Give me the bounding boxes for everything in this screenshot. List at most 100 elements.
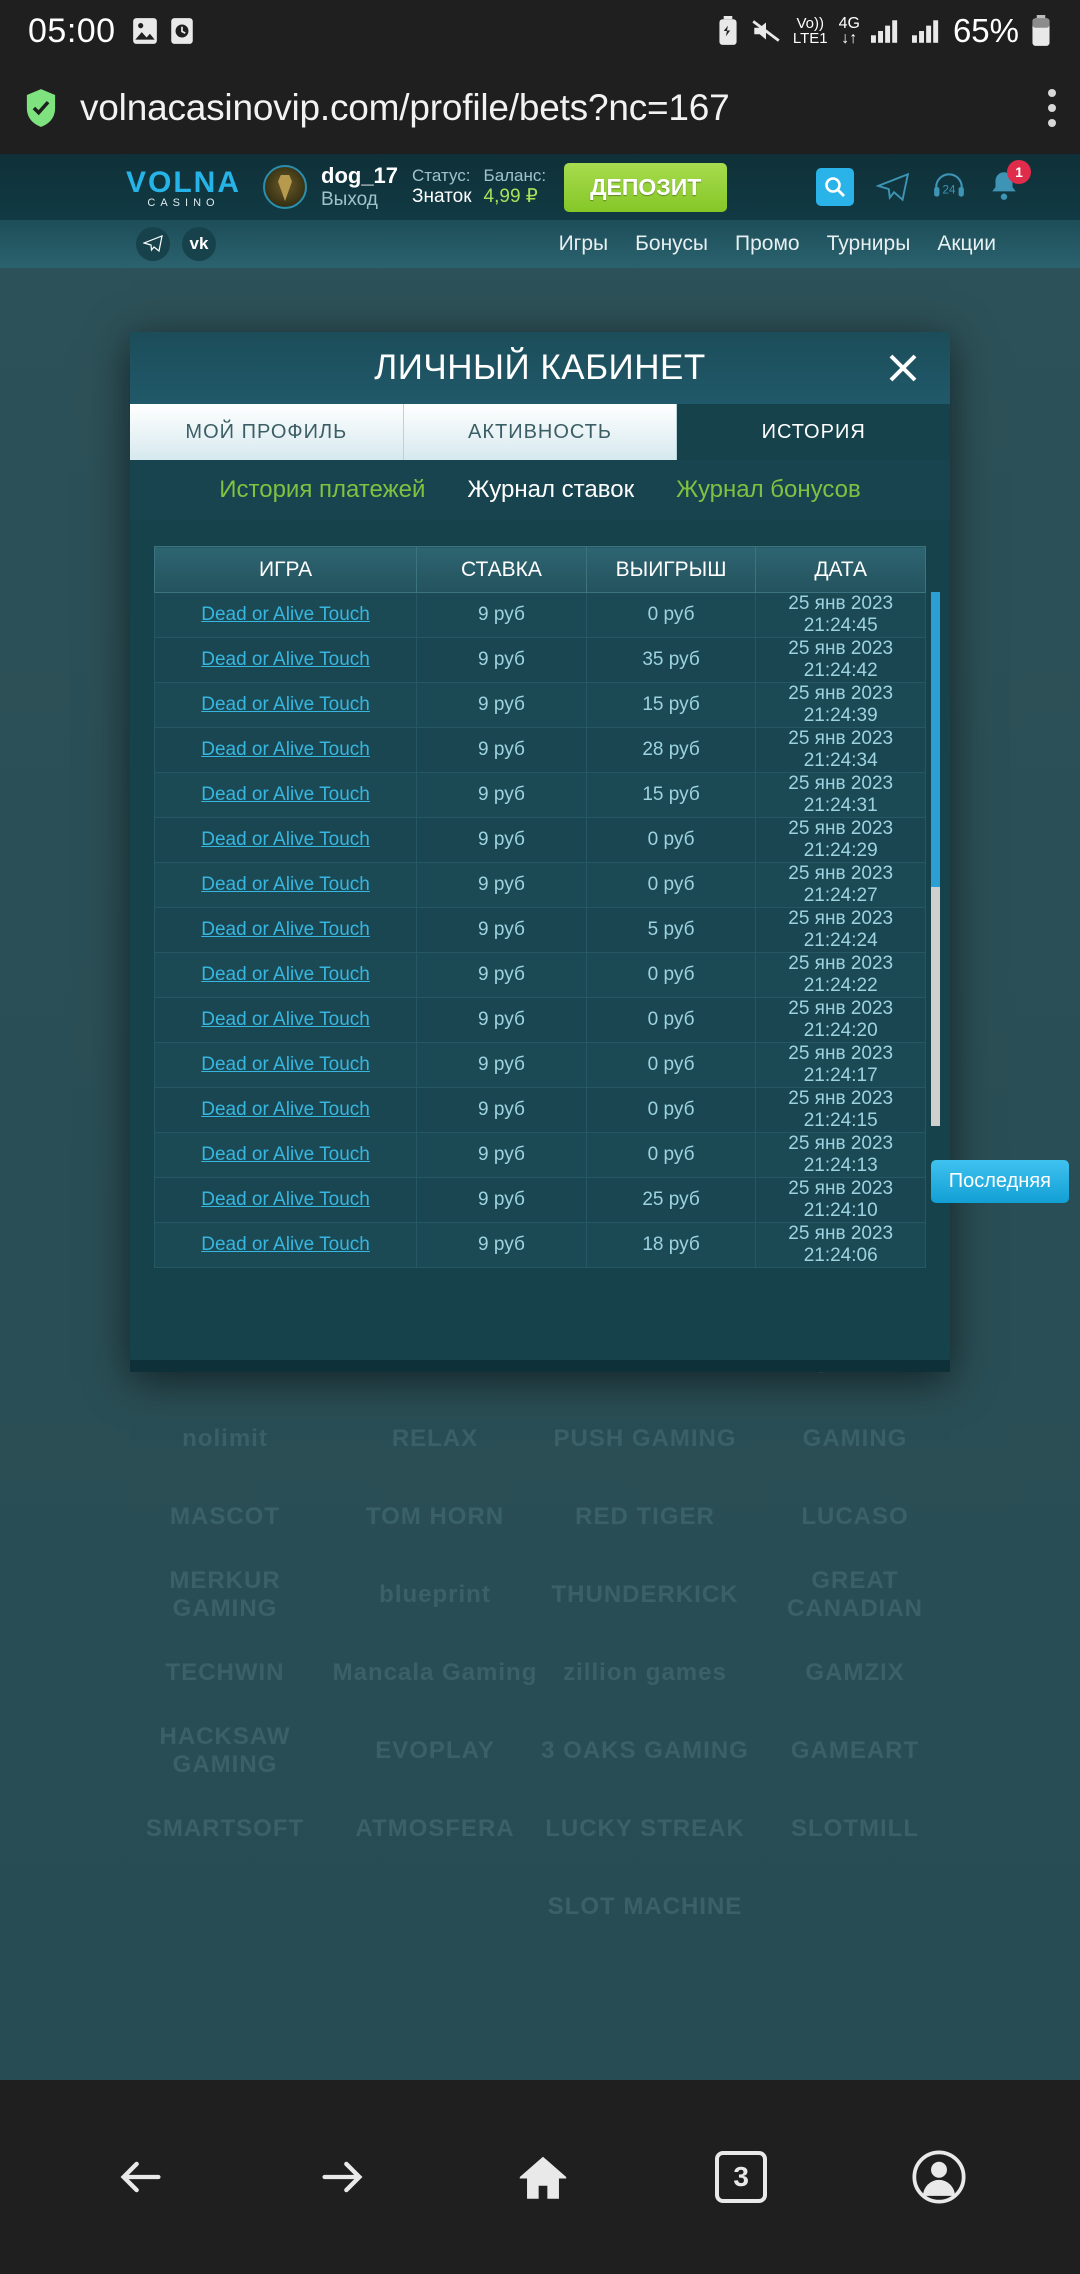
subnav-bets-log[interactable]: Журнал ставок [467, 476, 634, 504]
support-24-icon[interactable]: 24 [932, 171, 966, 203]
bets-table-wrap: ИГРА СТАВКА ВЫИГРЫШ ДАТА Dead or Alive T… [153, 546, 940, 1268]
cell-bet: 9 руб [416, 592, 587, 638]
provider-logo: SLOTMILL [791, 1815, 919, 1842]
forward-icon[interactable] [313, 2148, 371, 2206]
game-link[interactable]: Dead or Alive Touch [201, 784, 370, 805]
game-link[interactable]: Dead or Alive Touch [201, 1144, 370, 1165]
cell-game: Dead or Alive Touch [153, 682, 418, 728]
table-scrollbar[interactable] [931, 592, 940, 1126]
cell-date: 25 янв 2023 21:24:24 [755, 907, 926, 953]
cell-win: 0 руб [585, 952, 757, 998]
cell-date: 25 янв 2023 21:24:06 [755, 1222, 926, 1268]
volna-logo[interactable]: VOLNA CASINO [126, 166, 241, 209]
profile-icon[interactable] [910, 2148, 968, 2206]
cell-win: 0 руб [585, 862, 757, 908]
game-link[interactable]: Dead or Alive Touch [201, 1189, 370, 1210]
cell-date: 25 янв 2023 21:24:13 [755, 1132, 926, 1178]
provider-logo: nolimit [182, 1425, 268, 1452]
telegram-icon[interactable] [876, 172, 910, 202]
table-row: Dead or Alive Touch 9 руб 0 руб 25 янв 2023… [153, 592, 926, 638]
provider-logo: ATMOSFERA [355, 1815, 515, 1842]
provider-logo: MASCOT [170, 1503, 280, 1530]
nav-item-bonuses[interactable]: Бонусы [635, 232, 708, 256]
game-link[interactable]: Dead or Alive Touch [201, 739, 370, 760]
subnav-bonuses-log[interactable]: Журнал бонусов [676, 476, 861, 504]
game-link[interactable]: Dead or Alive Touch [201, 1099, 370, 1120]
table-row: Dead or Alive Touch 9 руб 18 руб 25 янв 202… [153, 1222, 926, 1268]
game-link[interactable]: Dead or Alive Touch [201, 649, 370, 670]
cell-win: 0 руб [585, 1087, 757, 1133]
cell-game: Dead or Alive Touch [153, 727, 418, 773]
kebab-menu-icon[interactable] [1048, 89, 1056, 127]
home-icon[interactable] [514, 2148, 572, 2206]
url-text[interactable]: volnacasinovip.com/profile/bets?nc=167 [80, 87, 960, 129]
provider-logo: TECHWIN [165, 1659, 285, 1686]
status-block: Статус: Знаток [412, 166, 472, 208]
cell-game: Dead or Alive Touch [153, 637, 418, 683]
cell-date: 25 янв 2023 21:24:10 [755, 1177, 926, 1223]
game-link[interactable]: Dead or Alive Touch [201, 874, 370, 895]
game-link[interactable]: Dead or Alive Touch [201, 694, 370, 715]
header-icons: 24 1 [816, 159, 1054, 206]
avatar[interactable] [263, 165, 307, 209]
android-navbar: 3 [0, 2080, 1080, 2274]
provider-logo [750, 1868, 960, 1946]
cell-date: 25 янв 2023 21:24:27 [755, 862, 926, 908]
table-row: Dead or Alive Touch 9 руб 5 руб 25 янв 2023… [153, 907, 926, 953]
browser-url-bar[interactable]: volnacasinovip.com/profile/bets?nc=167 [0, 62, 1080, 154]
tab-activity[interactable]: АКТИВНОСТЬ [403, 404, 678, 460]
back-icon[interactable] [112, 2148, 170, 2206]
cell-game: Dead or Alive Touch [153, 1222, 418, 1268]
data-arrows-icon: ↓↑ [841, 30, 858, 47]
cell-game: Dead or Alive Touch [153, 817, 418, 863]
modal-header: ЛИЧНЫЙ КАБИНЕТ [130, 332, 950, 404]
cell-bet: 9 руб [416, 1222, 587, 1268]
table-row: Dead or Alive Touch 9 руб 0 руб 25 янв 2023… [153, 1087, 926, 1133]
game-link[interactable]: Dead or Alive Touch [201, 604, 370, 625]
nav-item-tournaments[interactable]: Турниры [827, 232, 911, 256]
cell-bet: 9 руб [416, 952, 587, 998]
battery-saver-icon [719, 16, 737, 45]
nav-links: Игры Бонусы Промо Турниры Акции [559, 232, 1054, 256]
col-header-win: ВЫИГРЫШ [585, 546, 757, 593]
tab-my-profile[interactable]: МОЙ ПРОФИЛЬ [130, 404, 404, 460]
tab-history[interactable]: ИСТОРИЯ [677, 404, 951, 460]
game-link[interactable]: Dead or Alive Touch [201, 829, 370, 850]
logout-link[interactable]: Выход [321, 189, 398, 211]
tabs-icon[interactable]: 3 [715, 2151, 768, 2203]
game-link[interactable]: Dead or Alive Touch [201, 1054, 370, 1075]
cell-win: 0 руб [585, 997, 757, 1043]
deposit-button[interactable]: ДЕПОЗИТ [564, 162, 728, 212]
cell-date: 25 янв 2023 21:24:17 [755, 1042, 926, 1088]
provider-logo: GAMEART [790, 1737, 920, 1764]
cell-bet: 9 руб [416, 1177, 587, 1223]
provider-logo: RED TIGER [575, 1503, 715, 1530]
search-icon[interactable] [816, 168, 854, 206]
table-row: Dead or Alive Touch 9 руб 0 руб 25 янв 2023… [153, 1132, 926, 1178]
game-link[interactable]: Dead or Alive Touch [201, 1234, 370, 1255]
vk-icon[interactable]: vk [182, 227, 216, 261]
game-link[interactable]: Dead or Alive Touch [201, 919, 370, 940]
balance-label: Баланс: [483, 165, 547, 185]
game-link[interactable]: Dead or Alive Touch [201, 1009, 370, 1030]
table-scrollbar-thumb[interactable] [931, 592, 940, 887]
provider-logo: SMARTSOFT [145, 1815, 305, 1842]
nav-item-promo[interactable]: Промо [735, 232, 800, 256]
subnav-payments-history[interactable]: История платежей [219, 476, 425, 504]
game-link[interactable]: Dead or Alive Touch [201, 964, 370, 985]
cell-date: 25 янв 2023 21:24:22 [755, 952, 926, 998]
status-right-icons: Vo)) LTE1 4G ↓↑ 65% [717, 12, 1052, 50]
cell-date: 25 янв 2023 21:24:29 [755, 817, 926, 863]
cell-win: 25 руб [585, 1177, 757, 1223]
telegram-icon[interactable] [136, 227, 170, 261]
notifications-bell[interactable]: 1 [988, 159, 1031, 206]
close-icon[interactable] [886, 351, 920, 385]
cell-date: 25 янв 2023 21:24:34 [755, 727, 926, 773]
nav-item-actions[interactable]: Акции [937, 232, 996, 256]
nav-item-games[interactable]: Игры [559, 232, 609, 256]
cell-win: 0 руб [585, 1132, 757, 1178]
table-row: Dead or Alive Touch 9 руб 0 руб 25 янв 2023… [153, 952, 926, 998]
cell-win: 0 руб [585, 817, 757, 863]
cell-date: 25 янв 2023 21:24:45 [755, 592, 926, 638]
pagination-last-button[interactable]: Последняя [930, 1159, 1069, 1203]
